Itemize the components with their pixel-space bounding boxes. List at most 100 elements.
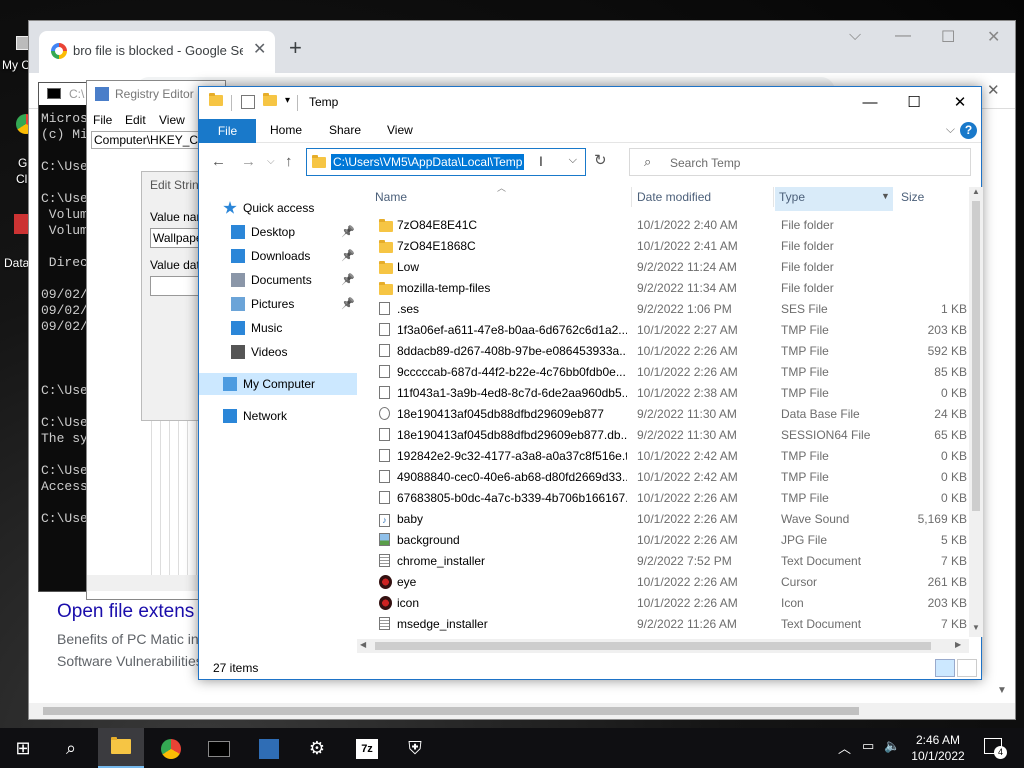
minimize-icon[interactable]: —	[895, 27, 911, 45]
nav-item-network[interactable]: Network	[199, 405, 357, 427]
new-folder-icon[interactable]	[263, 93, 277, 109]
maximize-icon[interactable]: ☐	[941, 27, 955, 47]
settings-icon[interactable]: ⚙	[294, 728, 340, 768]
scrollbar-thumb[interactable]	[972, 201, 980, 511]
defender-icon[interactable]: ⛨	[392, 728, 438, 768]
column-header-name[interactable]: Name	[371, 187, 629, 211]
file-row[interactable]: mozilla-temp-files 9/2/2022 11:34 AM File …	[375, 278, 967, 299]
chrome-tab[interactable]: bro file is blocked - Google Search ✕	[39, 31, 275, 73]
nav-item-desktop[interactable]: Desktop 📌	[199, 221, 357, 243]
close-icon[interactable]: ✕	[987, 27, 1000, 47]
chevron-up-icon[interactable]: ︿	[838, 738, 851, 757]
cmd-icon[interactable]	[196, 728, 242, 768]
clock[interactable]: 2:46 AM 10/1/2022	[902, 732, 974, 764]
chevron-down-icon[interactable]: ⌵	[267, 156, 275, 167]
start-icon[interactable]: ⊞	[0, 728, 46, 768]
scroll-left-icon[interactable]: ◀	[360, 640, 366, 649]
search-input[interactable]: ⌕ Search Temp	[629, 148, 971, 176]
column-header-date[interactable]: Date modified	[633, 187, 773, 211]
maximize-button[interactable]: ☐	[891, 91, 937, 115]
chevron-down-icon[interactable]: ⌵	[946, 122, 955, 137]
menu-file[interactable]: File	[93, 113, 112, 127]
chevron-down-icon[interactable]: ▾	[285, 95, 290, 106]
file-row[interactable]: chrome_installer 9/2/2022 7:52 PM Text Doc…	[375, 551, 967, 572]
close-button[interactable]: ✕	[937, 91, 983, 115]
7zip-icon[interactable]: 7z	[344, 728, 390, 768]
nav-item-videos[interactable]: Videos	[199, 341, 357, 363]
details-view-button[interactable]	[935, 659, 955, 677]
scroll-right-icon[interactable]: ▶	[955, 640, 961, 649]
chevron-down-icon[interactable]: ⌵	[849, 27, 861, 45]
file-row[interactable]: 8ddacb89-d267-408b-97be-e086453933a... 10…	[375, 341, 967, 362]
file-row[interactable]: Low 9/2/2022 11:24 AM File folder	[375, 257, 967, 278]
file-row[interactable]: eye 10/1/2022 2:26 AM Cursor 261 KB	[375, 572, 967, 593]
menu-edit[interactable]: Edit	[125, 113, 146, 127]
file-row[interactable]: .ses 9/2/2022 1:06 PM SES File 1 KB	[375, 299, 967, 320]
result-title[interactable]: Open file extens	[57, 601, 194, 623]
properties-icon[interactable]	[241, 95, 255, 109]
help-icon[interactable]: ?	[960, 122, 977, 139]
ribbon-tab-home[interactable]: Home	[270, 123, 302, 137]
scroll-up-icon[interactable]: ▲	[972, 187, 980, 196]
minimize-button[interactable]: —	[847, 91, 893, 115]
search-icon[interactable]: ⌕	[48, 728, 94, 768]
chevron-down-icon[interactable]: ⌵	[569, 154, 577, 167]
file-row[interactable]: 67683805-b0dc-4a7c-b339-4b706b166167... 1…	[375, 488, 967, 509]
forward-arrow-icon[interactable]: →	[241, 153, 256, 170]
nav-item-my-computer[interactable]: My Computer	[199, 373, 357, 395]
file-row[interactable]: msedge_installer 9/2/2022 11:26 AM Text Do…	[375, 614, 967, 635]
file-row[interactable]: 49088840-cec0-40e6-ab68-d80fd2669d33....…	[375, 467, 967, 488]
horizontal-scrollbar[interactable]: ◀ ▶	[357, 639, 969, 653]
nav-item-music[interactable]: Music	[199, 317, 357, 339]
address-text[interactable]: C:\Users\VM5\AppData\Local\Temp	[331, 154, 525, 170]
file-row[interactable]: 18e190413af045db88dfbd29609eb877 9/2/2022…	[375, 404, 967, 425]
nav-item-quick-access[interactable]: Quick access	[199, 197, 357, 219]
close-icon[interactable]: ✕	[253, 39, 266, 59]
nav-item-pictures[interactable]: Pictures 📌	[199, 293, 357, 315]
nav-item-documents[interactable]: Documents 📌	[199, 269, 357, 291]
large-icons-view-button[interactable]	[957, 659, 977, 677]
file-row[interactable]: ♪ baby 10/1/2022 2:26 AM Wave Sound 5,169 KB	[375, 509, 967, 530]
network-tray-icon[interactable]: ▭	[862, 738, 874, 754]
back-arrow-icon[interactable]: ←	[211, 153, 226, 170]
address-field[interactable]: C:\Users\VM5\AppData\Local\Temp I ⌵	[306, 148, 586, 176]
file-icon	[379, 428, 392, 442]
horizontal-scrollbar[interactable]	[29, 703, 1015, 719]
explorer-titlebar[interactable]: ▾ Temp — ☐ ✕	[199, 87, 981, 119]
vertical-scrollbar[interactable]: ▲ ▼	[969, 187, 983, 637]
volume-icon[interactable]: 🔈	[884, 738, 900, 754]
ribbon-file-tab[interactable]: File	[199, 119, 256, 143]
file-row[interactable]: 9cccccab-687d-44f2-b22e-4c76bb0fdb0e... 1…	[375, 362, 967, 383]
file-row[interactable]: 18e190413af045db88dfbd29609eb877.db.... 9…	[375, 425, 967, 446]
file-explorer-window[interactable]: ▾ Temp — ☐ ✕ File Home Share View ⌵ ? ← …	[198, 86, 983, 680]
file-list: ︿ Name Date modified Type ▼ Size 7zO84E8…	[357, 181, 983, 655]
column-divider[interactable]	[773, 187, 774, 207]
ribbon-tab-share[interactable]: Share	[329, 123, 361, 137]
file-date: 10/1/2022 2:26 AM	[637, 575, 738, 589]
new-tab-button[interactable]: +	[289, 35, 302, 61]
chevron-down-icon[interactable]: ▼	[881, 191, 890, 201]
file-row[interactable]: 192842e2-9c32-4177-a3a8-a0a37c8f516e.t..…	[375, 446, 967, 467]
column-divider[interactable]	[631, 187, 632, 207]
ribbon-tab-view[interactable]: View	[387, 123, 413, 137]
file-row[interactable]: 7zO84E1868C 10/1/2022 2:41 AM File folder	[375, 236, 967, 257]
up-arrow-icon[interactable]: ↑	[285, 153, 293, 170]
refresh-icon[interactable]: ↻	[594, 151, 607, 169]
scrollbar-thumb[interactable]	[43, 707, 859, 715]
registry-icon[interactable]	[246, 728, 292, 768]
column-header-type[interactable]: Type	[775, 187, 893, 211]
file-row[interactable]: 7zO84E8E41C 10/1/2022 2:40 AM File folder	[375, 215, 967, 236]
scrollbar-thumb[interactable]	[375, 642, 931, 650]
column-header-size[interactable]: Size	[897, 187, 967, 211]
chrome-icon[interactable]	[148, 728, 194, 768]
file-row[interactable]: 1f3a06ef-a611-47e8-b0aa-6d6762c6d1a2....…	[375, 320, 967, 341]
menu-view[interactable]: View	[159, 113, 185, 127]
close-icon[interactable]: ✕	[987, 81, 1000, 99]
nav-item-downloads[interactable]: Downloads 📌	[199, 245, 357, 267]
chevron-down-icon[interactable]: ▼	[997, 685, 1007, 696]
file-row[interactable]: background 10/1/2022 2:26 AM JPG File 5 KB	[375, 530, 967, 551]
file-explorer-icon[interactable]	[98, 728, 144, 768]
file-row[interactable]: icon 10/1/2022 2:26 AM Icon 203 KB	[375, 593, 967, 614]
scroll-down-icon[interactable]: ▼	[972, 623, 980, 632]
file-row[interactable]: 11f043a1-3a9b-4ed8-8c7d-6de2aa960db5... 1…	[375, 383, 967, 404]
